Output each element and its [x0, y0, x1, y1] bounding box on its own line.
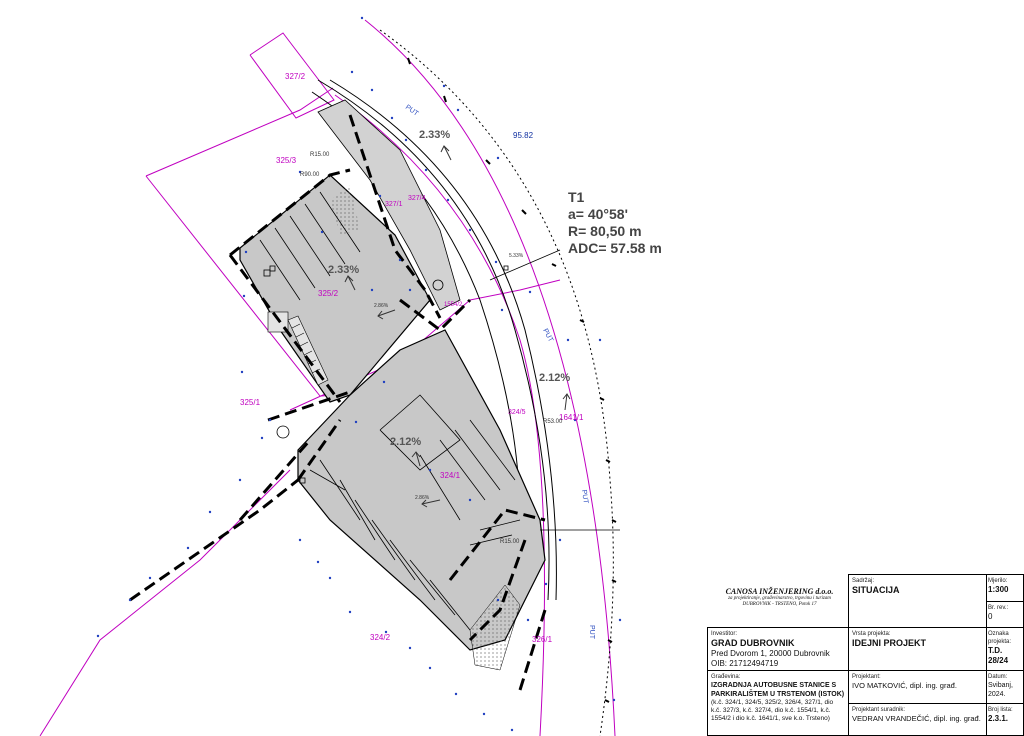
building-parcels: (k.č. 324/1, 324/5, 325/2, 326/4, 327/1,… [711, 699, 834, 722]
building-cell: Građevina: IZGRADNJA AUTOBUSNE STANICE S… [707, 670, 849, 736]
slope-small-3: 5.33% [509, 253, 524, 259]
date-value: Svibanj, 2024. [988, 682, 1013, 698]
curve-arc-length: ADC= 57.58 m [568, 240, 662, 256]
parcel-327-1: 327/1 [385, 201, 403, 208]
radius-r15-bottom: R15.00 [500, 539, 520, 545]
road-label-4: PUT [588, 625, 595, 640]
parcel-1641-1: 1641/1 [559, 413, 584, 422]
road-label-1: PUT [404, 104, 420, 118]
designer-value: IVO MATKOVIĆ, dipl. ing. građ. [852, 681, 957, 690]
curve-info: T1 a= 40°58' R= 80,50 m ADC= 57.58 m [568, 189, 662, 257]
company-logo: CANOSA INŽENJERING d.o.o. za projektiran… [712, 587, 847, 608]
date-caption: Datum: [988, 674, 1008, 680]
date-cell: Datum: Svibanj, 2024. [986, 670, 1024, 704]
parcel-325-3: 325/3 [276, 156, 297, 165]
designer-caption: Projektant: [852, 674, 881, 680]
slope-south-parking: 2.12% [390, 436, 421, 448]
parcel-327-2: 327/2 [285, 72, 306, 81]
radius-r15-top: R15.00 [310, 152, 330, 158]
curve-radius: R= 80,50 m [568, 223, 642, 239]
slope-small-1: 2.86% [374, 303, 389, 309]
designer-cell: Projektant: IVO MATKOVIĆ, dipl. ing. gra… [848, 670, 987, 704]
parcel-325-2: 325/2 [318, 289, 339, 298]
investor-oib: OIB: 21712494719 [711, 659, 779, 668]
curve-angle: a= 40°58' [568, 206, 628, 222]
parcel-324-5: 324/5 [508, 409, 526, 416]
content-cell: Sadržaj: SITUACIJA [848, 574, 987, 628]
building-caption: Građevina: [711, 674, 741, 680]
slope-north-parking: 2.33% [328, 264, 359, 276]
project-type-value: IDEJNI PROJEKT [852, 638, 927, 648]
parcel-1554-2: 1554/2 [444, 302, 463, 308]
project-type-caption: Vrsta projekta: [852, 631, 891, 637]
project-type-cell: Vrsta projekta: IDEJNI PROJEKT [848, 627, 987, 671]
revision-cell: Br. rev.: 0 [986, 601, 1024, 628]
curve-name: T1 [568, 189, 585, 205]
project-code-value: T.D. 28/24 [988, 646, 1009, 665]
parcel-325-1: 325/1 [240, 398, 261, 407]
radius-r90: R90.00 [300, 172, 320, 178]
building-title: IZGRADNJA AUTOBUSNE STANICE S PARKIRALIŠ… [711, 682, 845, 698]
project-code-cell: Oznaka projekta: T.D. 28/24 [986, 627, 1024, 671]
parcel-324-1: 324/1 [440, 471, 461, 480]
scale-caption: Mjerilo: [988, 578, 1008, 584]
elevation-label: 95.82 [513, 131, 534, 140]
sheet-cell: Broj lista: 2.3.1. [986, 703, 1024, 736]
associate-value: VEDRAN VRANDEČIĆ, dipl. ing. građ. [852, 714, 981, 723]
revision-value: 0 [988, 612, 993, 621]
scale-value: 1:300 [988, 585, 1009, 594]
sheet-value: 2.3.1. [988, 714, 1009, 723]
content-caption: Sadržaj: [852, 578, 875, 584]
slope-north-road: 2.33% [419, 129, 450, 141]
investor-cell: Investitor: GRAD DUBROVNIK Pred Dvorom 1… [707, 627, 849, 671]
investor-address: Pred Dvorom 1, 20000 Dubrovnik [711, 649, 830, 658]
slope-small-2: 2.86% [415, 495, 430, 501]
revision-caption: Br. rev.: [988, 605, 1009, 611]
radius-r53: R53.00 [543, 419, 563, 425]
scale-cell: Mjerilo: 1:300 [986, 574, 1024, 602]
associate-caption: Projektant suradnik: [852, 707, 906, 713]
investor-name: GRAD DUBROVNIK [711, 638, 795, 648]
sheet-caption: Broj lista: [988, 707, 1013, 713]
slope-east-road: 2.12% [539, 372, 570, 384]
road-label-2: PUT [541, 328, 554, 344]
parcel-326-1: 326/1 [532, 635, 553, 644]
company-line2: DUBROVNIK - TRSTENO, Potok 17 [742, 602, 817, 607]
parcel-327-4: 327/4 [408, 195, 426, 202]
parcel-324-2: 324/2 [370, 633, 391, 642]
content-value: SITUACIJA [852, 585, 900, 595]
project-code-caption: Oznaka projekta: [988, 631, 1012, 645]
investor-caption: Investitor: [711, 631, 738, 637]
associate-cell: Projektant suradnik: VEDRAN VRANDEČIĆ, d… [848, 703, 987, 736]
company-name: CANOSA INŽENJERING d.o.o. [725, 587, 834, 596]
road-label-3: PUT [580, 489, 589, 505]
